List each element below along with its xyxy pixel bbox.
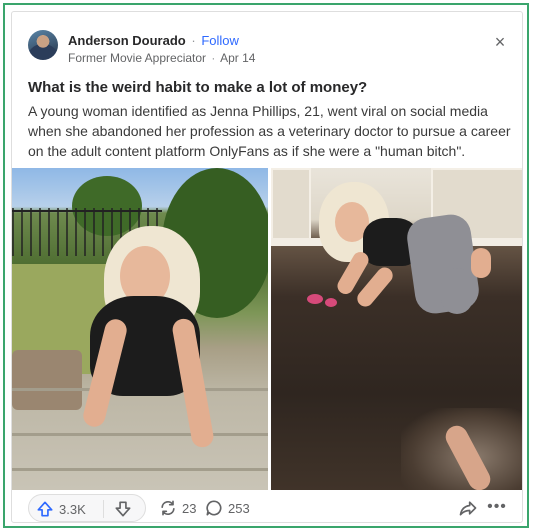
photo-stones xyxy=(12,350,82,410)
upvote-count: 3.3K xyxy=(59,501,86,517)
reshare-button[interactable]: 23 xyxy=(158,496,196,520)
upvote-button[interactable]: 3.3K xyxy=(35,497,86,521)
photo-step-edge xyxy=(12,433,268,436)
close-icon[interactable]: × xyxy=(490,32,510,52)
comment-button[interactable]: 253 xyxy=(204,496,250,520)
author-credential: Former Movie Appreciator xyxy=(68,51,207,65)
photo-pink-item xyxy=(325,298,337,307)
screenshot-frame: Anderson Dourado · Follow Former Movie A… xyxy=(3,3,529,528)
comment-count: 253 xyxy=(228,500,250,516)
photo-step-edge xyxy=(12,468,268,471)
vote-divider xyxy=(103,500,104,518)
reshare-count: 23 xyxy=(182,500,197,516)
photo-pink-item xyxy=(307,294,323,304)
more-dots-icon[interactable]: ••• xyxy=(486,498,508,518)
photo-wall-panel xyxy=(271,168,311,240)
author-meta: Former Movie Appreciator · Apr 14 xyxy=(68,51,255,66)
answer-text: A young woman identified as Jenna Philli… xyxy=(28,103,511,159)
photo-foot xyxy=(471,248,491,278)
share-arrow-icon[interactable] xyxy=(458,498,478,518)
downvote-arrow-icon[interactable] xyxy=(113,499,133,519)
reshare-icon xyxy=(161,500,175,516)
photo-woman-on-floor[interactable] xyxy=(271,168,522,490)
answer-card: Anderson Dourado · Follow Former Movie A… xyxy=(11,11,523,523)
author-name[interactable]: Anderson Dourado xyxy=(68,33,186,48)
author-line: Anderson Dourado · Follow xyxy=(68,33,239,49)
photo-fence-rail xyxy=(12,210,162,212)
separator-dot: · xyxy=(211,51,216,65)
action-bar: 3.3K 23 253 ••• xyxy=(12,490,522,522)
follow-link[interactable]: Follow xyxy=(201,33,239,48)
photo-legs xyxy=(441,268,473,314)
author-avatar[interactable] xyxy=(28,30,58,60)
vote-pill: 3.3K xyxy=(28,494,146,522)
photo-woman-on-steps[interactable] xyxy=(12,168,268,490)
upvote-arrow-icon xyxy=(37,501,53,517)
comment-bubble-icon xyxy=(206,500,222,516)
question-title[interactable]: What is the weird habit to make a lot of… xyxy=(28,78,513,98)
separator-dot: · xyxy=(191,33,196,48)
post-date[interactable]: Apr 14 xyxy=(220,51,255,65)
